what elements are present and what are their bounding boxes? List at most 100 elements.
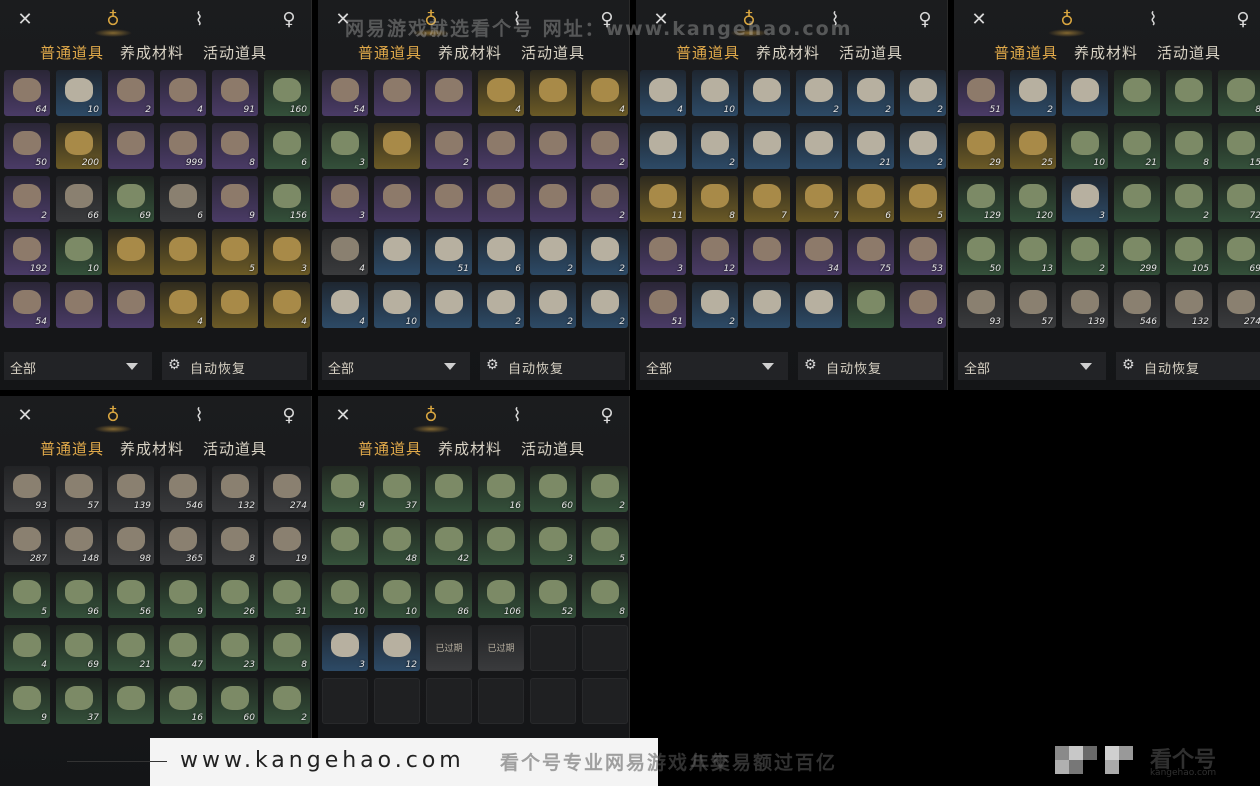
item-slot[interactable]: 132 bbox=[212, 466, 258, 512]
item-slot[interactable]: 274 bbox=[1218, 282, 1260, 328]
item-slot[interactable]: 37 bbox=[56, 678, 102, 724]
item-slot[interactable]: 10 bbox=[374, 282, 420, 328]
item-slot[interactable] bbox=[108, 123, 154, 169]
item-slot[interactable]: 8 bbox=[212, 519, 258, 565]
item-slot[interactable] bbox=[478, 176, 524, 222]
item-slot[interactable]: 57 bbox=[1010, 282, 1056, 328]
item-slot[interactable]: 69 bbox=[108, 176, 154, 222]
item-slot[interactable]: 2 bbox=[1166, 176, 1212, 222]
item-slot[interactable]: 9 bbox=[4, 678, 50, 724]
item-slot[interactable] bbox=[796, 282, 842, 328]
auto-restore-button[interactable]: ⚙ 自动恢复 bbox=[798, 352, 943, 380]
tab-events[interactable]: 活动道具 bbox=[203, 42, 267, 63]
item-slot[interactable]: 56 bbox=[108, 572, 154, 618]
item-slot[interactable]: 52 bbox=[530, 572, 576, 618]
item-slot[interactable] bbox=[374, 229, 420, 275]
item-slot[interactable] bbox=[374, 123, 420, 169]
item-slot[interactable]: 64 bbox=[4, 70, 50, 116]
gourd-icon[interactable]: ♀ bbox=[594, 402, 620, 428]
item-slot[interactable]: 546 bbox=[1114, 282, 1160, 328]
item-slot[interactable]: 3 bbox=[322, 625, 368, 671]
item-slot[interactable]: 93 bbox=[958, 282, 1004, 328]
pouch-icon[interactable]: ♁ bbox=[94, 402, 132, 433]
item-slot[interactable]: 98 bbox=[108, 519, 154, 565]
item-slot[interactable]: 139 bbox=[1062, 282, 1108, 328]
item-slot[interactable]: 8 bbox=[582, 572, 628, 618]
pouch-icon[interactable]: ♁ bbox=[1048, 6, 1086, 37]
item-slot[interactable] bbox=[108, 678, 154, 724]
tab-common[interactable]: 普通道具 bbox=[358, 42, 422, 63]
item-slot[interactable]: 91 bbox=[212, 70, 258, 116]
swords-icon[interactable]: ✕ bbox=[330, 402, 356, 428]
item-slot[interactable]: 4 bbox=[4, 625, 50, 671]
item-slot[interactable]: 54 bbox=[322, 70, 368, 116]
item-slot[interactable]: 21 bbox=[108, 625, 154, 671]
item-slot[interactable]: 3 bbox=[640, 229, 686, 275]
item-slot[interactable]: 12 bbox=[374, 625, 420, 671]
item-slot[interactable] bbox=[160, 229, 206, 275]
item-slot[interactable]: 8 bbox=[1166, 123, 1212, 169]
scroll-icon[interactable]: ⌇ bbox=[186, 6, 212, 32]
item-slot[interactable]: 16 bbox=[160, 678, 206, 724]
item-slot[interactable]: 54 bbox=[4, 282, 50, 328]
item-slot[interactable]: 2 bbox=[108, 70, 154, 116]
item-slot[interactable] bbox=[108, 282, 154, 328]
tab-events[interactable]: 活动道具 bbox=[839, 42, 903, 63]
item-slot[interactable]: 6 bbox=[848, 176, 894, 222]
gourd-icon[interactable]: ♀ bbox=[276, 402, 302, 428]
item-slot[interactable] bbox=[56, 282, 102, 328]
swords-icon[interactable]: ✕ bbox=[966, 6, 992, 32]
item-slot[interactable]: 96 bbox=[56, 572, 102, 618]
auto-restore-button[interactable]: ⚙ 自动恢复 bbox=[162, 352, 307, 380]
item-slot[interactable]: 15 bbox=[1218, 123, 1260, 169]
item-slot[interactable]: 2 bbox=[426, 123, 472, 169]
item-slot[interactable] bbox=[1114, 70, 1160, 116]
item-slot[interactable]: 9 bbox=[160, 572, 206, 618]
item-slot[interactable]: 8 bbox=[212, 123, 258, 169]
item-slot[interactable]: 2 bbox=[900, 123, 946, 169]
item-slot[interactable]: 29 bbox=[958, 123, 1004, 169]
item-slot[interactable] bbox=[322, 519, 368, 565]
item-slot[interactable] bbox=[108, 229, 154, 275]
item-slot[interactable]: 120 bbox=[1010, 176, 1056, 222]
item-slot[interactable]: 34 bbox=[796, 229, 842, 275]
item-slot[interactable] bbox=[478, 519, 524, 565]
item-slot[interactable]: 3 bbox=[530, 519, 576, 565]
item-slot[interactable]: 已过期 bbox=[478, 625, 524, 671]
item-slot[interactable] bbox=[212, 282, 258, 328]
item-slot[interactable]: 5 bbox=[212, 229, 258, 275]
item-slot[interactable]: 3 bbox=[1062, 176, 1108, 222]
item-slot[interactable]: 4 bbox=[264, 282, 310, 328]
item-slot[interactable]: 10 bbox=[692, 70, 738, 116]
tab-common[interactable]: 普通道具 bbox=[994, 42, 1058, 63]
tab-events[interactable]: 活动道具 bbox=[521, 42, 585, 63]
item-slot[interactable]: 10 bbox=[56, 70, 102, 116]
item-slot[interactable]: 274 bbox=[264, 466, 310, 512]
item-slot[interactable]: 4 bbox=[160, 282, 206, 328]
scroll-icon[interactable]: ⌇ bbox=[504, 402, 530, 428]
item-slot[interactable]: 21 bbox=[848, 123, 894, 169]
item-slot[interactable]: 86 bbox=[426, 572, 472, 618]
item-slot[interactable]: 105 bbox=[1166, 229, 1212, 275]
item-slot[interactable]: 19 bbox=[264, 519, 310, 565]
item-slot[interactable]: 4 bbox=[640, 70, 686, 116]
item-slot[interactable]: 4 bbox=[322, 229, 368, 275]
item-slot[interactable]: 37 bbox=[374, 466, 420, 512]
item-slot[interactable] bbox=[640, 123, 686, 169]
item-slot[interactable]: 23 bbox=[212, 625, 258, 671]
item-slot[interactable]: 75 bbox=[848, 229, 894, 275]
item-slot[interactable] bbox=[374, 176, 420, 222]
item-slot[interactable]: 4 bbox=[160, 70, 206, 116]
item-slot[interactable]: 8 bbox=[900, 282, 946, 328]
tab-common[interactable]: 普通道具 bbox=[358, 438, 422, 459]
tab-common[interactable]: 普通道具 bbox=[40, 42, 104, 63]
tab-events[interactable]: 活动道具 bbox=[203, 438, 267, 459]
item-slot[interactable] bbox=[848, 282, 894, 328]
item-slot[interactable]: 93 bbox=[4, 466, 50, 512]
item-slot[interactable]: 3 bbox=[322, 176, 368, 222]
item-slot[interactable] bbox=[1114, 176, 1160, 222]
item-slot[interactable]: 132 bbox=[1166, 282, 1212, 328]
tab-materials[interactable]: 养成材料 bbox=[120, 438, 184, 459]
item-slot[interactable]: 66 bbox=[56, 176, 102, 222]
tab-materials[interactable]: 养成材料 bbox=[1074, 42, 1138, 63]
